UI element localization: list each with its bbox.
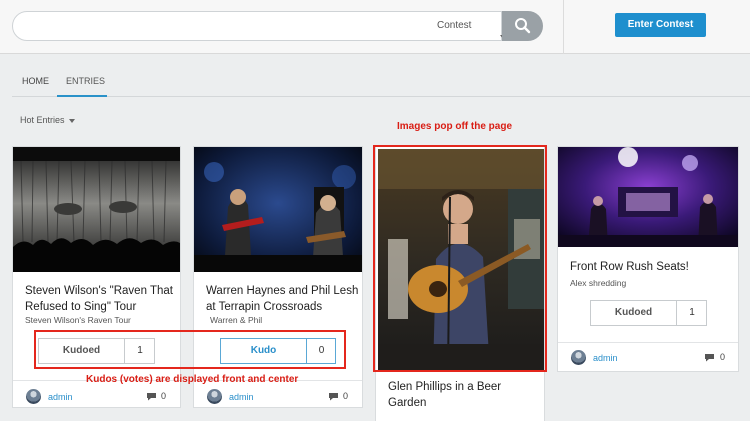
entry-card-rush[interactable]: Front Row Rush Seats! Alex shredding Kud…: [557, 146, 739, 372]
entry-subtitle: Warren & Phil: [210, 315, 263, 325]
comment-icon: [329, 393, 338, 401]
entry-image[interactable]: [194, 147, 362, 272]
comment-count: 0: [161, 391, 167, 401]
active-tab-indicator: [57, 95, 107, 97]
tab-home[interactable]: HOME: [22, 72, 49, 94]
entry-image[interactable]: [558, 147, 738, 247]
kudo-label[interactable]: Kudoed: [591, 301, 677, 325]
comment-count: 0: [720, 352, 726, 362]
top-bar: Contest Enter Contest: [0, 0, 750, 54]
search-input[interactable]: Contest: [12, 11, 508, 41]
enter-contest-button[interactable]: Enter Contest: [615, 13, 706, 37]
chevron-down-icon[interactable]: [69, 119, 75, 123]
search-icon: [515, 18, 531, 34]
avatar[interactable]: [571, 350, 586, 365]
comment-icon: [147, 393, 156, 401]
comment-icon: [705, 354, 714, 362]
divider: [563, 0, 564, 54]
annotation-images: Images pop off the page: [397, 121, 513, 132]
search-button[interactable]: [502, 11, 543, 41]
avatar[interactable]: [26, 389, 41, 404]
annotation-box-image: [373, 145, 547, 372]
entry-title[interactable]: Glen Phillips in a Beer Garden: [388, 379, 538, 411]
sort-dropdown[interactable]: Hot Entries: [20, 115, 65, 125]
annotation-box-kudos: [34, 330, 346, 369]
entry-title[interactable]: Front Row Rush Seats!: [570, 259, 735, 275]
annotation-kudos: Kudos (votes) are displayed front and ce…: [86, 374, 299, 385]
contest-select[interactable]: Contest: [437, 20, 471, 31]
tab-divider: [12, 96, 750, 97]
comment-count: 0: [343, 391, 349, 401]
entry-subtitle: Steven Wilson's Raven Tour: [25, 315, 131, 325]
author-link[interactable]: admin: [229, 392, 254, 402]
author-link[interactable]: admin: [48, 392, 73, 402]
author-link[interactable]: admin: [593, 353, 618, 363]
entry-title[interactable]: Steven Wilson's "Raven That Refused to S…: [25, 283, 175, 315]
entry-image[interactable]: [13, 147, 180, 272]
tab-entries[interactable]: ENTRIES: [66, 72, 105, 94]
entry-subtitle: Alex shredding: [570, 278, 627, 288]
avatar[interactable]: [207, 389, 222, 404]
kudo-count: 1: [689, 307, 695, 318]
card-divider: [558, 342, 738, 343]
entry-title[interactable]: Warren Haynes and Phil Lesh at Terrapin …: [206, 283, 364, 315]
kudo-button[interactable]: Kudoed 1: [590, 300, 707, 326]
